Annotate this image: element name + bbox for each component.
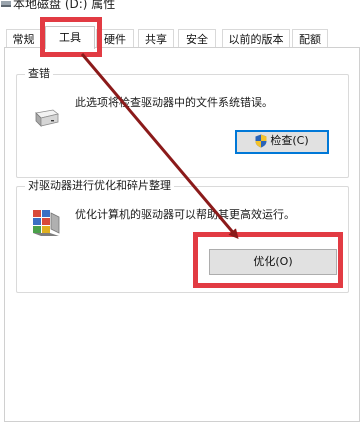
check-button[interactable]: 检查(C) xyxy=(235,130,329,154)
window-title: 本地磁盘 (D:) 属性 xyxy=(13,0,116,11)
tools-tab-page: 查错 此选项将检查驱动器中的文件系统错误。 检查(C) 对驱动器进行优化和碎片整… xyxy=(4,47,360,422)
tab-tools[interactable]: 工具 xyxy=(45,26,95,49)
error-check-description: 此选项将检查驱动器中的文件系统错误。 xyxy=(75,96,273,109)
error-check-group-title: 查错 xyxy=(25,66,53,82)
optimize-button-label: 优化(O) xyxy=(253,255,293,268)
optimize-group-title: 对驱动器进行优化和碎片整理 xyxy=(25,178,174,194)
tab-quota[interactable]: 配额 xyxy=(292,29,328,48)
error-check-group: 查错 此选项将检查驱动器中的文件系统错误。 检查(C) xyxy=(16,66,349,178)
check-button-label: 检查(C) xyxy=(270,134,309,147)
tab-general[interactable]: 常规 xyxy=(6,29,41,48)
optimize-group: 对驱动器进行优化和碎片整理 优化计算机的驱动器可以帮助其更高效运行。 优化(O) xyxy=(16,178,349,293)
shield-icon xyxy=(255,134,267,148)
drive-icon xyxy=(35,109,59,127)
tab-previous-versions[interactable]: 以前的版本 xyxy=(222,29,290,48)
drive-properties-dialog: 本地磁盘 (D:) 属性 常规 工具 硬件 共享 安全 以前的版本 配额 查错 … xyxy=(0,0,364,422)
tab-strip: 常规 工具 硬件 共享 安全 以前的版本 配额 xyxy=(0,26,364,49)
title-bar: 本地磁盘 (D:) 属性 xyxy=(0,0,364,16)
tab-hardware[interactable]: 硬件 xyxy=(96,29,134,48)
tab-security[interactable]: 安全 xyxy=(178,29,216,48)
tab-sharing[interactable]: 共享 xyxy=(138,29,174,48)
drive-icon xyxy=(1,1,11,7)
optimize-button[interactable]: 优化(O) xyxy=(209,249,337,275)
defrag-icon xyxy=(33,210,60,236)
optimize-description: 优化计算机的驱动器可以帮助其更高效运行。 xyxy=(75,208,295,221)
